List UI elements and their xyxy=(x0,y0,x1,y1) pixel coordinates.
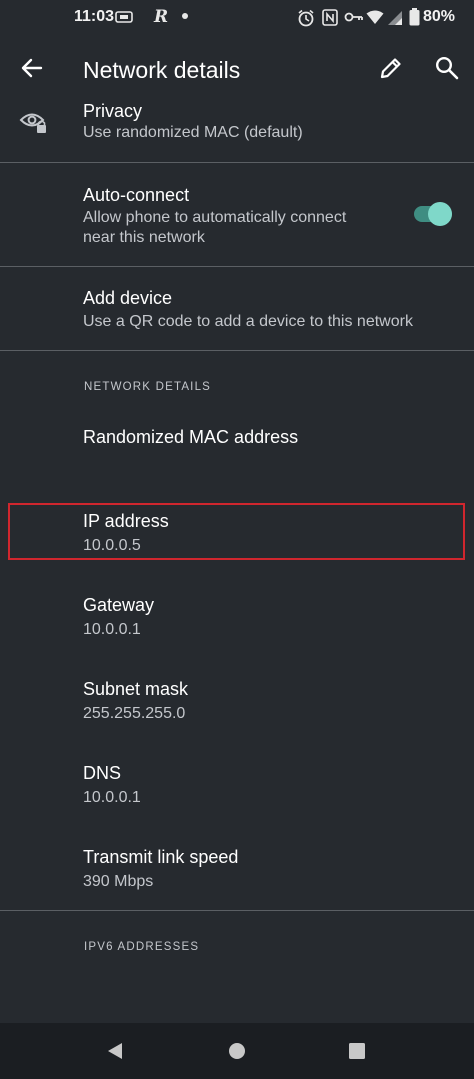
alarm-icon xyxy=(298,9,314,27)
privacy-title: Privacy xyxy=(83,101,143,121)
divider xyxy=(0,350,474,351)
home-circle-icon[interactable] xyxy=(228,1042,246,1060)
subnet-mask-label: Subnet mask xyxy=(83,679,189,699)
page-title: Network details xyxy=(83,57,241,83)
privacy-subtitle: Use randomized MAC (default) xyxy=(83,124,303,141)
dot-icon xyxy=(182,13,188,19)
gateway-value: 10.0.0.1 xyxy=(83,621,141,638)
add-device-row[interactable]: Add device Use a QR code to add a device… xyxy=(0,267,474,350)
link-speed-label: Transmit link speed xyxy=(83,847,239,867)
subnet-mask-row: Subnet mask 255.255.255.0 xyxy=(0,668,474,732)
sim-icon xyxy=(115,11,133,23)
dns-row: DNS 10.0.0.1 xyxy=(0,752,474,816)
ipv6-header: IPV6 ADDRESSES xyxy=(84,941,200,953)
back-arrow-icon[interactable] xyxy=(20,56,44,80)
auto-connect-subtitle-line1: Allow phone to automatically connect xyxy=(83,209,347,226)
auto-connect-toggle-thumb[interactable] xyxy=(428,202,452,226)
app-bar: Network details xyxy=(0,38,474,100)
search-icon[interactable] xyxy=(434,55,460,81)
auto-connect-row[interactable]: Auto-connect Allow phone to automaticall… xyxy=(0,163,474,266)
battery-icon xyxy=(409,8,420,26)
nfc-icon xyxy=(322,9,338,26)
status-bar: 11:03 R 80% xyxy=(0,0,474,38)
add-device-title: Add device xyxy=(83,288,173,308)
dns-label: DNS xyxy=(83,763,122,783)
add-device-subtitle: Use a QR code to add a device to this ne… xyxy=(83,313,413,330)
link-speed-row: Transmit link speed 390 Mbps xyxy=(0,836,474,900)
dns-value: 10.0.0.1 xyxy=(83,789,141,806)
privacy-row[interactable]: Privacy Use randomized MAC (default) xyxy=(0,100,474,162)
edit-pencil-icon[interactable] xyxy=(378,55,404,81)
eye-lock-icon xyxy=(19,113,46,133)
key-icon xyxy=(344,12,363,22)
subnet-mask-value: 255.255.255.0 xyxy=(83,705,186,722)
link-speed-value: 390 Mbps xyxy=(83,873,154,890)
recents-square-icon[interactable] xyxy=(348,1042,366,1060)
battery-percentage: 80% xyxy=(423,8,456,25)
gateway-label: Gateway xyxy=(83,595,155,615)
signal-icon xyxy=(388,11,402,25)
navigation-bar xyxy=(0,1023,474,1079)
gateway-row: Gateway 10.0.0.1 xyxy=(0,584,474,648)
ip-address-highlight-box xyxy=(8,503,465,560)
auto-connect-title: Auto-connect xyxy=(83,185,190,205)
back-triangle-icon[interactable] xyxy=(106,1042,124,1060)
mac-address-row: Randomized MAC address xyxy=(0,410,474,494)
divider xyxy=(0,910,474,911)
network-details-header: NETWORK DETAILS xyxy=(84,381,212,393)
mac-address-label: Randomized MAC address xyxy=(83,427,299,447)
r-app-icon: R xyxy=(154,7,169,27)
status-time: 11:03 xyxy=(74,8,115,25)
auto-connect-subtitle-line2: near this network xyxy=(83,229,205,246)
wifi-icon xyxy=(366,10,384,24)
